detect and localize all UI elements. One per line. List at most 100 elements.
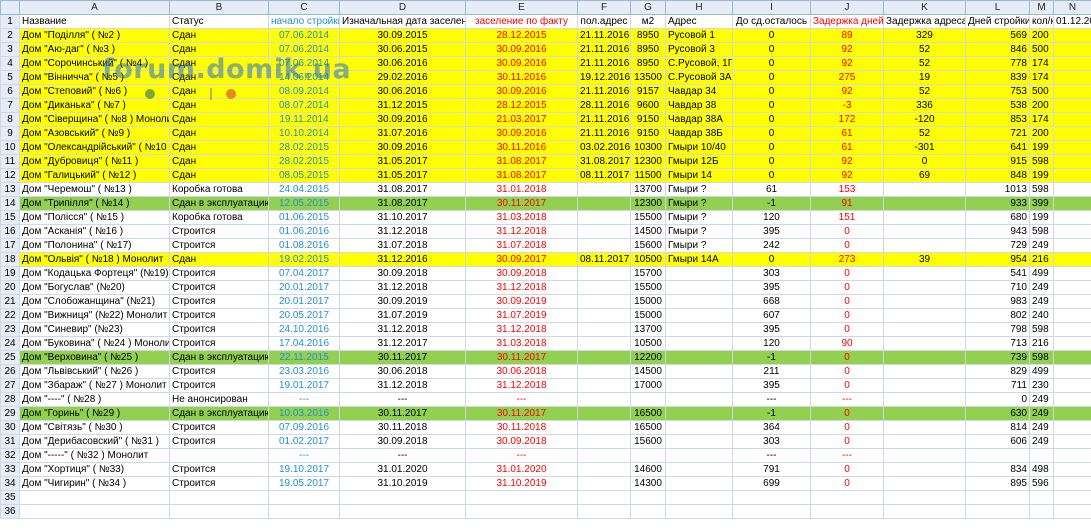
row-number[interactable]: 19 [0,266,20,281]
row-number[interactable]: 32 [0,448,20,463]
cell[interactable] [1053,364,1091,379]
cell[interactable]: 249 [1029,238,1054,253]
cell[interactable]: 08.07.2014 [268,98,340,113]
cell[interactable]: 15000 [630,308,666,323]
cell[interactable]: Дом "Верховина" ( №25 ) [19,350,170,365]
cell[interactable]: 07.06.2014 [268,28,340,43]
cell[interactable]: 0 [732,84,811,99]
cell[interactable]: Дом "Синевир" (№23) [19,322,170,337]
cell[interactable]: 500 [1029,84,1054,99]
cell[interactable]: 0 [732,112,811,127]
cell[interactable] [883,294,966,309]
cell[interactable]: 0 [810,224,884,239]
row-number[interactable]: 1 [0,14,20,29]
cell[interactable]: Дом "Світязь" ( №30 ) [19,420,170,435]
cell[interactable]: 1013 [965,182,1030,197]
cell[interactable]: 31.01.2020 [339,462,466,477]
cell[interactable] [1053,140,1091,155]
cell[interactable]: 12200 [630,350,666,365]
cell[interactable] [19,504,170,519]
cell[interactable]: --- [339,448,466,463]
cell[interactable]: 598 [1029,224,1054,239]
cell[interactable]: 31.03.2018 [465,336,578,351]
column-header[interactable]: D [339,0,466,15]
cell[interactable]: 0 [732,56,811,71]
cell[interactable]: 0 [732,168,811,183]
cell[interactable]: 249 [1029,406,1054,421]
row-number[interactable]: 25 [0,350,20,365]
cell[interactable]: Сдан в эксплуатацию [169,196,269,211]
cell[interactable] [665,266,733,281]
row-number[interactable]: 13 [0,182,20,197]
cell[interactable] [883,462,966,477]
cell[interactable]: Русовой 3 [665,42,733,57]
cell[interactable]: Чавдар 38Б [665,126,733,141]
cell[interactable]: 499 [1029,364,1054,379]
cell[interactable]: 28.12.2015 [465,98,578,113]
cell[interactable] [883,182,966,197]
cell[interactable] [577,434,631,449]
header-cell[interactable]: пол.адрес [577,14,631,29]
cell[interactable]: Дом "Сорочинський" ( №4 ) [19,56,170,71]
cell[interactable]: Гмыри ? [665,210,733,225]
cell[interactable] [1053,168,1091,183]
cell[interactable]: 329 [883,28,966,43]
cell[interactable] [1029,490,1054,505]
cell[interactable]: 29.02.2016 [339,70,466,85]
cell[interactable] [1053,392,1091,407]
cell[interactable]: 31.10.2019 [339,476,466,491]
cell[interactable]: Дом "Збараж" ( №27 ) Монолит [19,378,170,393]
cell[interactable]: 03.02.2016 [577,140,631,155]
cell[interactable]: 20.01.2017 [268,294,340,309]
cell[interactable]: Дом "Дубровиця" ( №11 ) [19,154,170,169]
cell[interactable]: 710 [965,280,1030,295]
cell[interactable]: 10500 [630,252,666,267]
cell[interactable] [810,490,884,505]
cell[interactable]: Гмыри 10/40 [665,140,733,155]
cell[interactable]: 200 [1029,126,1054,141]
row-number[interactable]: 29 [0,406,20,421]
row-number[interactable]: 33 [0,462,20,477]
row-number[interactable]: 34 [0,476,20,491]
cell[interactable]: 174 [1029,56,1054,71]
cell[interactable]: -301 [883,140,966,155]
cell[interactable] [577,224,631,239]
cell[interactable] [1053,70,1091,85]
cell[interactable]: 596 [1029,476,1054,491]
cell[interactable]: 153 [810,182,884,197]
cell[interactable]: 915 [965,154,1030,169]
header-cell[interactable]: заселение по факту [465,14,578,29]
cell[interactable] [883,490,966,505]
header-cell[interactable]: Название [19,14,170,29]
cell[interactable]: 20.05.2017 [268,308,340,323]
cell[interactable]: 52 [883,56,966,71]
cell[interactable]: 199 [1029,210,1054,225]
cell[interactable]: 14500 [630,224,666,239]
cell[interactable]: Дом "----" ( №28 ) [19,392,170,407]
row-number[interactable]: 3 [0,42,20,57]
cell[interactable]: -1 [732,406,811,421]
cell[interactable]: 211 [732,364,811,379]
cell[interactable]: 31.12.2018 [465,378,578,393]
cell[interactable]: --- [339,392,466,407]
cell[interactable]: Строится [169,420,269,435]
row-number[interactable]: 8 [0,112,20,127]
row-number[interactable]: 23 [0,322,20,337]
header-cell[interactable]: Дней стройки [965,14,1030,29]
cell[interactable]: 798 [965,322,1030,337]
cell[interactable]: 846 [965,42,1030,57]
cell[interactable]: 249 [1029,294,1054,309]
cell[interactable]: 30.09.2019 [339,294,466,309]
cell[interactable] [665,406,733,421]
cell[interactable]: 08.11.2017 [577,168,631,183]
cell[interactable]: 19.10.2017 [268,462,340,477]
cell[interactable]: 120 [732,210,811,225]
cell[interactable]: 249 [1029,434,1054,449]
cell[interactable]: 15600 [630,434,666,449]
cell[interactable]: 31.08.2017 [577,154,631,169]
cell[interactable] [1053,420,1091,435]
cell[interactable]: 8950 [630,56,666,71]
cell[interactable]: 61 [810,126,884,141]
cell[interactable]: --- [810,392,884,407]
cell[interactable]: 31.10.2017 [339,210,466,225]
